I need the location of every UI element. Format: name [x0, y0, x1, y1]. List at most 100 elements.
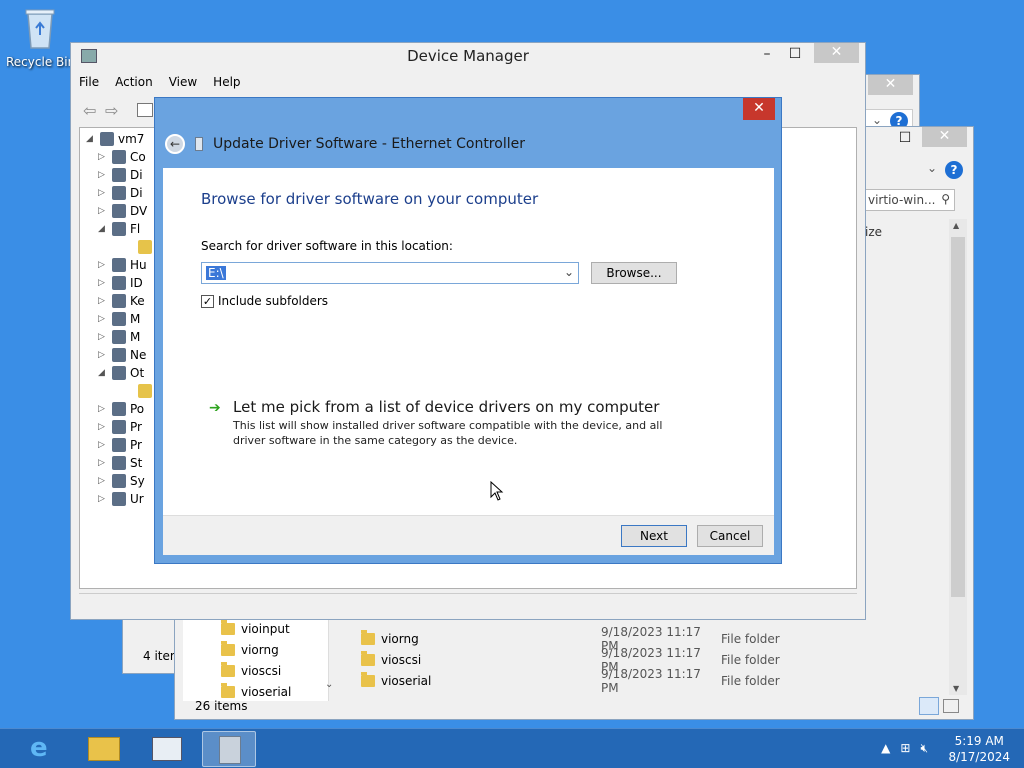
recycle-bin-label: Recycle Bin: [6, 55, 76, 69]
chevron-down-icon[interactable]: ⌄: [927, 161, 937, 175]
tree-item[interactable]: ▷ DV: [98, 202, 147, 220]
expand-arrow-icon[interactable]: ▷: [98, 350, 108, 360]
menu-file[interactable]: File: [79, 75, 99, 89]
path-value[interactable]: E:\: [206, 266, 226, 280]
show-hidden-icons-icon[interactable]: ▲: [881, 741, 890, 756]
expand-arrow-icon[interactable]: ▷: [98, 458, 108, 468]
expand-arrow-icon[interactable]: ▷: [98, 404, 108, 414]
tree-item[interactable]: ▷ M: [98, 328, 140, 346]
clock-date: 8/17/2024: [948, 750, 1010, 764]
include-subfolders-checkbox[interactable]: ✓: [201, 294, 214, 308]
tree-item[interactable]: ◢ Fl: [98, 220, 140, 238]
internet-explorer-button[interactable]: e: [18, 731, 72, 767]
update-driver-dialog[interactable]: ✕ ← Update Driver Software - Ethernet Co…: [154, 97, 782, 564]
expand-arrow-icon[interactable]: ▷: [98, 422, 108, 432]
expand-arrow-icon[interactable]: ▷: [98, 476, 108, 486]
next-button[interactable]: Next: [621, 525, 687, 547]
minimize-button[interactable]: –: [753, 45, 781, 65]
warning-device-item[interactable]: [138, 238, 152, 256]
chevron-down-icon[interactable]: ⌄: [872, 113, 882, 127]
tree-item[interactable]: ▷ ID: [98, 274, 143, 292]
search-icon[interactable]: ⚲: [941, 192, 950, 206]
properties-icon[interactable]: [137, 103, 153, 117]
scroll-down-icon[interactable]: ▼: [953, 684, 959, 693]
large-icons-view-icon[interactable]: [943, 699, 959, 713]
cancel-button[interactable]: Cancel: [697, 525, 763, 547]
tree-scroll-down-icon[interactable]: ⌄: [325, 679, 333, 690]
expand-arrow-icon[interactable]: ▷: [98, 206, 108, 216]
tree-item[interactable]: viorng: [221, 640, 279, 660]
expand-arrow-icon[interactable]: ▷: [98, 152, 108, 162]
help-icon[interactable]: ?: [945, 161, 963, 179]
include-subfolders[interactable]: ✓ Include subfolders: [201, 294, 328, 308]
close-button[interactable]: ✕: [743, 98, 775, 120]
expand-arrow-icon[interactable]: ▷: [98, 296, 108, 306]
browse-button[interactable]: Browse...: [591, 262, 677, 284]
mouse-cursor-icon: [490, 481, 504, 501]
tree-item[interactable]: ▷ Hu: [98, 256, 147, 274]
scroll-up-icon[interactable]: ▲: [953, 221, 959, 230]
tree-item[interactable]: ▷ Co: [98, 148, 146, 166]
expand-arrow-icon[interactable]: ▷: [98, 314, 108, 324]
menu-help[interactable]: Help: [213, 75, 240, 89]
maximize-button[interactable]: ☐: [891, 129, 919, 149]
tree-item[interactable]: ◢ Ot: [98, 364, 144, 382]
pick-from-list-link[interactable]: Let me pick from a list of device driver…: [233, 398, 659, 416]
tree-item[interactable]: ▷ Di: [98, 166, 143, 184]
volume-muted-icon[interactable]: 🔇︎: [920, 741, 928, 756]
printer-icon: [112, 420, 126, 434]
menu-action[interactable]: Action: [115, 75, 153, 89]
folder-icon: [361, 651, 375, 666]
tree-item[interactable]: ▷ M: [98, 310, 140, 328]
tree-item[interactable]: ▷ Sy: [98, 472, 145, 490]
tree-root[interactable]: ◢ vm7: [86, 130, 144, 148]
recycle-bin-desktop-icon[interactable]: Recycle Bin: [6, 6, 76, 69]
tree-item[interactable]: ▷ Po: [98, 400, 144, 418]
tree-item[interactable]: ▷ Ne: [98, 346, 146, 364]
file-row[interactable]: vioscsi 9/18/2023 11:17 PM File folder: [361, 646, 801, 674]
expand-arrow-icon[interactable]: ▷: [98, 278, 108, 288]
details-view-icon[interactable]: [919, 697, 939, 715]
network-icon[interactable]: ⊞: [900, 741, 910, 756]
file-row[interactable]: vioserial 9/18/2023 11:17 PM File folder: [361, 667, 801, 695]
maximize-button[interactable]: ☐: [781, 45, 809, 65]
tree-item[interactable]: vioscsi: [221, 661, 281, 681]
device-manager-taskbar-button[interactable]: [202, 731, 256, 767]
path-combobox[interactable]: E:\ ⌄: [201, 262, 579, 284]
expand-arrow-icon[interactable]: ▷: [98, 332, 108, 342]
clock[interactable]: 5:19 AM 8/17/2024: [948, 733, 1010, 765]
menu-view[interactable]: View: [169, 75, 197, 89]
network-adapter-icon: [195, 137, 203, 151]
expand-arrow-icon[interactable]: ▷: [98, 170, 108, 180]
file-explorer-button[interactable]: [78, 731, 132, 767]
tree-item[interactable]: ▷ St: [98, 454, 142, 472]
close-button[interactable]: ✕: [922, 127, 967, 147]
search-box[interactable]: virtio-win... ⚲: [863, 189, 955, 211]
collapse-arrow-icon[interactable]: ◢: [98, 368, 108, 378]
recycle-bin-icon: [25, 9, 55, 49]
tree-item[interactable]: ▷ Di: [98, 184, 143, 202]
tree-item[interactable]: ▷ Ur: [98, 490, 144, 508]
close-button[interactable]: ✕: [814, 43, 859, 63]
tree-item[interactable]: ▷ Ke: [98, 292, 145, 310]
server-manager-button[interactable]: [140, 731, 194, 767]
warning-device-item[interactable]: [138, 382, 152, 400]
back-arrow-icon[interactable]: ⇦: [83, 101, 96, 120]
forward-arrow-icon[interactable]: ⇨: [105, 101, 118, 120]
vertical-scrollbar[interactable]: ▲ ▼: [949, 219, 967, 695]
expand-arrow-icon[interactable]: ▷: [98, 188, 108, 198]
close-button[interactable]: ✕: [868, 75, 913, 95]
scroll-thumb[interactable]: [951, 237, 965, 597]
size-column-header[interactable]: ize: [865, 225, 882, 239]
tree-item[interactable]: ▷ Pr: [98, 418, 142, 436]
file-row[interactable]: viorng 9/18/2023 11:17 PM File folder: [361, 625, 801, 653]
expand-arrow-icon[interactable]: ▷: [98, 440, 108, 450]
collapse-arrow-icon[interactable]: ◢: [86, 134, 96, 144]
expand-arrow-icon[interactable]: ▷: [98, 260, 108, 270]
chevron-down-icon[interactable]: ⌄: [564, 265, 574, 279]
back-arrow-icon[interactable]: ←: [165, 134, 185, 154]
expand-arrow-icon[interactable]: ▷: [98, 494, 108, 504]
tree-item[interactable]: vioinput: [221, 619, 290, 639]
tree-item[interactable]: ▷ Pr: [98, 436, 142, 454]
collapse-arrow-icon[interactable]: ◢: [98, 224, 108, 234]
